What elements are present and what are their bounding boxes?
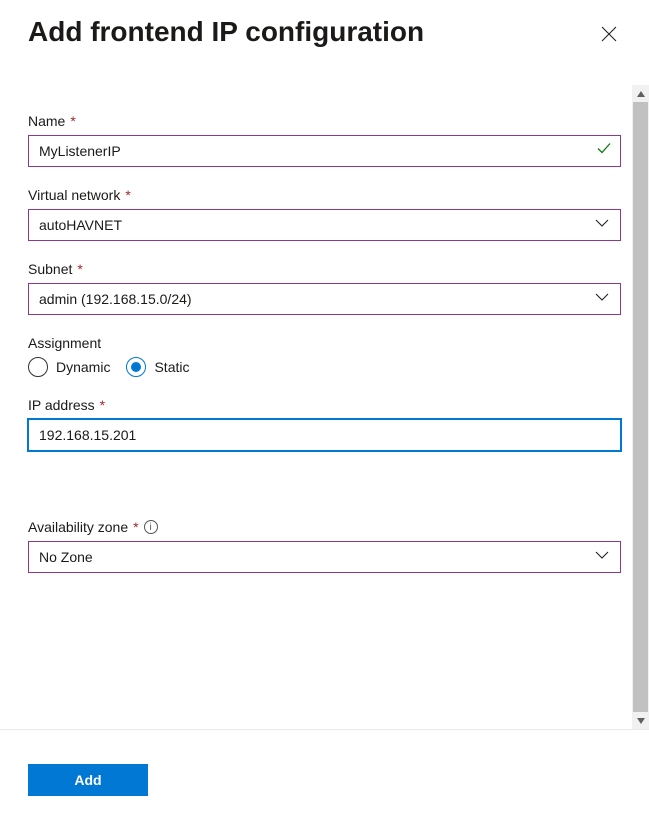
ip-label: IP address * — [28, 397, 621, 413]
assignment-field: Assignment Dynamic Static — [28, 335, 621, 377]
required-indicator: * — [70, 113, 75, 129]
radio-button-icon — [28, 357, 48, 377]
checkmark-icon — [595, 140, 613, 163]
subnet-label: Subnet * — [28, 261, 621, 277]
chevron-down-icon — [594, 547, 610, 568]
radio-label-static: Static — [154, 359, 189, 375]
vnet-value: autoHAVNET — [39, 217, 122, 233]
panel-header: Add frontend IP configuration — [0, 0, 649, 48]
radio-button-selected-icon — [126, 357, 146, 377]
zone-value: No Zone — [39, 549, 93, 565]
assignment-radio-static[interactable]: Static — [126, 357, 189, 377]
triangle-up-icon — [636, 89, 646, 99]
scrollbar-thumb[interactable] — [633, 102, 648, 712]
chevron-down-icon — [594, 215, 610, 236]
ip-input[interactable] — [28, 419, 621, 451]
required-indicator: * — [133, 519, 138, 535]
scrollbar[interactable] — [632, 85, 649, 729]
vnet-label: Virtual network * — [28, 187, 621, 203]
scroll-up-button[interactable] — [632, 85, 649, 102]
subnet-label-text: Subnet — [28, 261, 72, 277]
subnet-value: admin (192.168.15.0/24) — [39, 291, 192, 307]
scroll-down-button[interactable] — [632, 712, 649, 729]
assignment-label: Assignment — [28, 335, 621, 351]
close-icon — [601, 26, 617, 42]
triangle-down-icon — [636, 716, 646, 726]
assignment-radio-dynamic[interactable]: Dynamic — [28, 357, 110, 377]
assignment-label-text: Assignment — [28, 335, 101, 351]
vnet-field: Virtual network * autoHAVNET — [28, 187, 621, 241]
panel-footer: Add — [0, 729, 649, 829]
ip-label-text: IP address — [28, 397, 95, 413]
required-indicator: * — [100, 397, 105, 413]
name-label-text: Name — [28, 113, 65, 129]
required-indicator: * — [125, 187, 130, 203]
ip-input-wrap — [28, 419, 621, 451]
required-indicator: * — [77, 261, 82, 277]
panel-title: Add frontend IP configuration — [28, 16, 424, 48]
info-icon[interactable]: i — [144, 520, 158, 534]
chevron-down-icon — [594, 289, 610, 310]
subnet-select[interactable]: admin (192.168.15.0/24) — [28, 283, 621, 315]
vnet-select[interactable]: autoHAVNET — [28, 209, 621, 241]
zone-label: Availability zone * i — [28, 519, 621, 535]
zone-label-text: Availability zone — [28, 519, 128, 535]
name-input-wrap — [28, 135, 621, 167]
zone-select[interactable]: No Zone — [28, 541, 621, 573]
assignment-radio-group: Dynamic Static — [28, 357, 621, 377]
subnet-field: Subnet * admin (192.168.15.0/24) — [28, 261, 621, 315]
radio-label-dynamic: Dynamic — [56, 359, 110, 375]
form-scroll-area: Name * Virtual network * autoHAVNET Subn… — [0, 85, 649, 729]
close-button[interactable] — [597, 22, 621, 46]
name-field: Name * — [28, 113, 621, 167]
name-label: Name * — [28, 113, 621, 129]
ip-field: IP address * — [28, 397, 621, 451]
radio-dot-icon — [131, 362, 141, 372]
name-input[interactable] — [28, 135, 621, 167]
zone-field: Availability zone * i No Zone — [28, 519, 621, 573]
add-button[interactable]: Add — [28, 764, 148, 796]
vnet-label-text: Virtual network — [28, 187, 120, 203]
